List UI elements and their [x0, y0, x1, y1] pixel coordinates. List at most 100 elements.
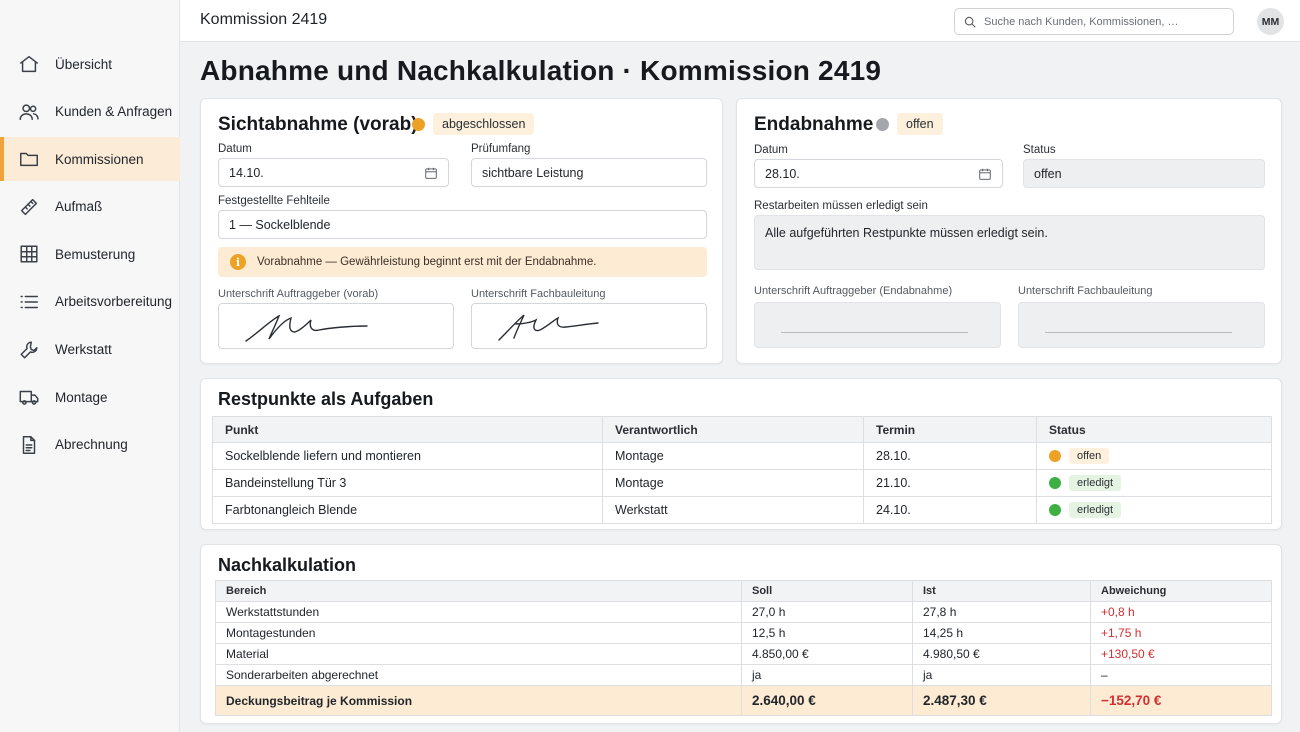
table-row: Montagestunden 12,5 h 14,25 h +1,75 h: [215, 622, 1272, 644]
avatar[interactable]: MM: [1257, 8, 1284, 35]
preliminary-acceptance-card: Sichtabnahme (vorab) abgeschlossen Datum…: [200, 98, 723, 364]
search-icon: [964, 16, 976, 28]
sig-client-label: Unterschrift Auftraggeber (Endabnahme): [754, 285, 953, 297]
card-title: Sichtabnahme (vorab): [218, 114, 418, 135]
calc-plan: 27,0 h: [741, 601, 913, 623]
signature-client-preliminary[interactable]: [218, 303, 454, 349]
defects-value: 1 — Sockelblende: [229, 217, 331, 232]
sidebar: Übersicht Kunden & Anfragen Kommissionen…: [0, 0, 180, 732]
date-value: 14.10.: [229, 165, 264, 180]
scope-field[interactable]: sichtbare Leistung: [471, 158, 707, 187]
signature-line: [781, 332, 968, 333]
sidebar-item-bemusterung[interactable]: Bemusterung: [0, 232, 180, 276]
calc-actual: 14,25 h: [912, 622, 1091, 644]
total-row: Deckungsbeitrag je Kommission 2.640,00 €…: [215, 685, 1272, 716]
signature-site-preliminary[interactable]: [471, 303, 707, 349]
calc-actual: 27,8 h: [912, 601, 1091, 623]
calc-plan: ja: [741, 664, 913, 686]
calc-area: Werkstattstunden: [215, 601, 742, 623]
sidebar-item-label: Aufmaß: [55, 199, 103, 215]
search-input[interactable]: [984, 15, 1224, 28]
sidebar-item-werkstatt[interactable]: Werkstatt: [0, 328, 180, 372]
calc-area: Sonderarbeiten abgerechnet: [215, 664, 742, 686]
task-status-cell: offen: [1036, 442, 1272, 470]
search-box[interactable]: [954, 8, 1234, 35]
sidebar-item-label: Bemusterung: [55, 246, 136, 262]
column-header: Termin: [863, 416, 1037, 443]
total-actual: 2.487,30 €: [912, 685, 1091, 716]
calc-area: Montagestunden: [215, 622, 742, 644]
signature-drawing: [498, 314, 599, 341]
post-calculation-card: Nachkalkulation Bereich Soll Ist Abweich…: [200, 544, 1282, 724]
calc-diff: +130,50 €: [1090, 643, 1272, 665]
table-header-row: Punkt Verantwortlich Termin Status: [212, 416, 1272, 443]
sidebar-item-kunden[interactable]: Kunden & Anfragen: [0, 90, 180, 134]
task-status-cell: erledigt: [1036, 469, 1272, 497]
column-header: Bereich: [215, 580, 742, 602]
status-label: Status: [1023, 144, 1056, 156]
scope-label: Prüfumfang: [471, 143, 531, 155]
signature-line: [1045, 332, 1232, 333]
date-field[interactable]: 28.10.: [754, 159, 1003, 188]
total-plan: 2.640,00 €: [741, 685, 913, 716]
sidebar-item-kommissionen[interactable]: Kommissionen: [0, 137, 180, 182]
table-row[interactable]: Bandeinstellung Tür 3 Montage 21.10. erl…: [212, 469, 1272, 497]
sidebar-item-abrechnung[interactable]: Abrechnung: [0, 423, 180, 467]
calendar-icon[interactable]: [424, 166, 438, 180]
app-title: Kommission 2419: [200, 11, 328, 28]
ruler-icon: [18, 196, 40, 218]
status-dot: [1049, 504, 1061, 516]
calculation-table: Bereich Soll Ist Abweichung Werkstattstu…: [215, 580, 1272, 716]
status-dot: [412, 118, 425, 131]
task-owner: Montage: [602, 442, 864, 470]
calc-actual: ja: [912, 664, 1091, 686]
sig-client-label: Unterschrift Auftraggeber (vorab): [218, 288, 379, 300]
column-header: Verantwortlich: [602, 416, 864, 443]
status-value: offen: [1034, 166, 1062, 181]
total-area: Deckungsbeitrag je Kommission: [215, 685, 742, 716]
sidebar-item-arbeitsvorbereitung[interactable]: Arbeitsvorbereitung: [0, 280, 180, 324]
signature-drawing: [245, 314, 368, 342]
date-label: Datum: [218, 143, 252, 155]
sidebar-item-label: Arbeitsvorbereitung: [55, 294, 173, 310]
task-date: 24.10.: [863, 496, 1037, 524]
defects-field[interactable]: 1 — Sockelblende: [218, 210, 707, 239]
calc-diff: +1,75 h: [1090, 622, 1272, 644]
status-badge: erledigt: [1069, 502, 1122, 518]
table-row[interactable]: Farbtonangleich Blende Werkstatt 24.10. …: [212, 496, 1272, 524]
remaining-textarea: Alle aufgeführten Restpunkte müssen erle…: [754, 215, 1265, 270]
sidebar-item-montage[interactable]: Montage: [0, 375, 180, 419]
sidebar-item-label: Übersicht: [55, 56, 113, 72]
scope-value: sichtbare Leistung: [482, 165, 584, 180]
calc-plan: 4.850,00 €: [741, 643, 913, 665]
calendar-icon[interactable]: [978, 167, 992, 181]
sidebar-item-label: Montage: [55, 389, 108, 405]
table-row: Werkstattstunden 27,0 h 27,8 h +0,8 h: [215, 601, 1272, 623]
sidebar-item-aufmass[interactable]: Aufmaß: [0, 185, 180, 229]
info-icon: i: [230, 254, 246, 270]
signature-client-final[interactable]: [754, 302, 1001, 348]
signature-site-final[interactable]: [1018, 302, 1265, 348]
tasks-card: Restpunkte als Aufgaben Punkt Verantwort…: [200, 378, 1282, 530]
table-header-row: Bereich Soll Ist Abweichung: [215, 580, 1272, 602]
sidebar-item-label: Kommissionen: [55, 151, 144, 167]
sidebar-item-label: Werkstatt: [55, 342, 112, 358]
sidebar-item-label: Kunden & Anfragen: [55, 104, 173, 120]
calc-actual: 4.980,50 €: [912, 643, 1091, 665]
task-owner: Werkstatt: [602, 496, 864, 524]
top-bar: Kommission 2419 MM: [180, 0, 1300, 42]
page-title: Abnahme und Nachkalkulation · Kommission…: [200, 55, 882, 86]
tasks-table: Punkt Verantwortlich Termin Status Socke…: [212, 416, 1272, 524]
table-row[interactable]: Sockelblende liefern und montieren Monta…: [212, 442, 1272, 470]
calc-area: Material: [215, 643, 742, 665]
column-header: Abweichung: [1090, 580, 1272, 602]
warranty-note-text: Vorabnahme — Gewährleistung beginnt erst…: [257, 256, 597, 268]
document-icon: [18, 434, 40, 456]
sidebar-item-uebersicht[interactable]: Übersicht: [0, 42, 180, 86]
task-point: Sockelblende liefern und montieren: [212, 442, 603, 470]
date-field[interactable]: 14.10.: [218, 158, 449, 187]
card-title: Endabnahme: [754, 114, 874, 135]
sidebar-nav: Übersicht Kunden & Anfragen Kommissionen…: [0, 42, 180, 470]
table-row: Sonderarbeiten abgerechnet ja ja –: [215, 664, 1272, 686]
grid-icon: [18, 243, 40, 265]
